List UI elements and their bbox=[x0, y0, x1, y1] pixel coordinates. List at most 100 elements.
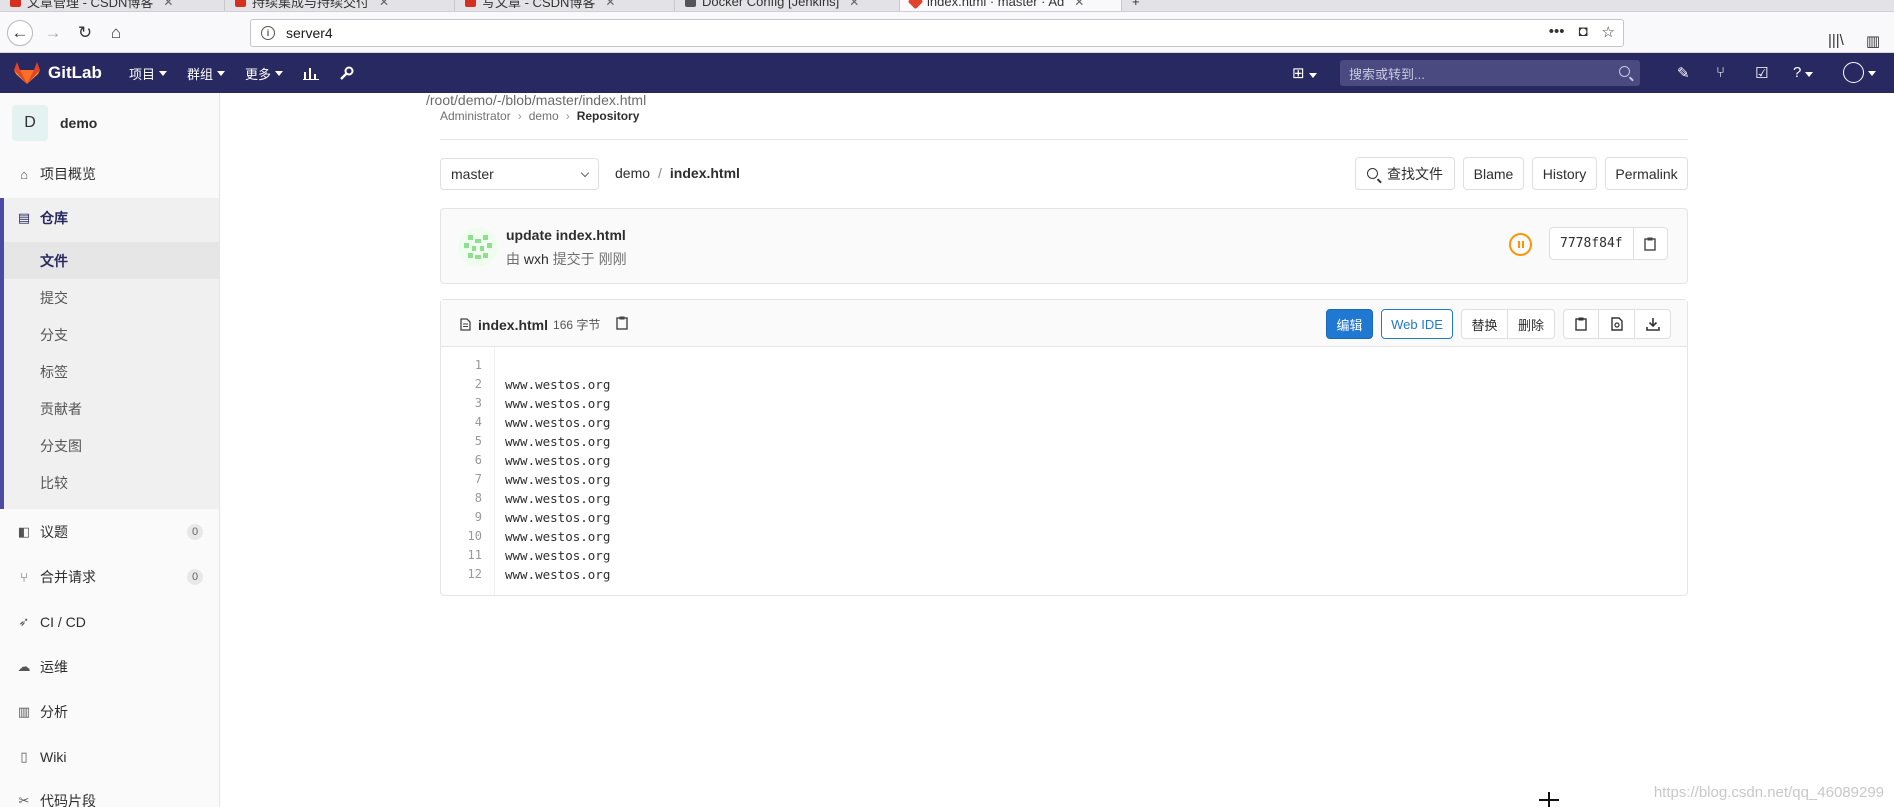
sidebar-toggle-icon[interactable]: ▥ bbox=[1866, 32, 1880, 50]
file-icon bbox=[460, 318, 471, 331]
gitlab-logo[interactable]: GitLab bbox=[14, 62, 102, 84]
sidebar-item-wiki[interactable]: ▯ Wiki bbox=[0, 739, 219, 775]
copy-contents-button[interactable] bbox=[1563, 309, 1599, 339]
chevron-down-icon bbox=[217, 70, 226, 76]
line-number[interactable]: 1 bbox=[475, 358, 482, 372]
line-number[interactable]: 10 bbox=[468, 529, 482, 543]
close-icon[interactable]: ✕ bbox=[605, 0, 615, 9]
todo-edit-icon[interactable]: ✎ bbox=[1677, 64, 1690, 82]
history-button[interactable]: History bbox=[1532, 157, 1597, 190]
sidebar-sub-graph[interactable]: 分支图 bbox=[4, 427, 219, 464]
user-avatar[interactable] bbox=[1843, 62, 1876, 83]
open-raw-button[interactable] bbox=[1599, 309, 1635, 339]
line-number[interactable]: 7 bbox=[475, 472, 482, 486]
sidebar-sub-commits[interactable]: 提交 bbox=[4, 279, 219, 316]
breadcrumb-project[interactable]: demo bbox=[529, 109, 559, 123]
reload-button[interactable]: ↻ bbox=[72, 20, 98, 46]
line-number[interactable]: 8 bbox=[475, 491, 482, 505]
sidebar-item-issues[interactable]: ◧ 议题 0 bbox=[0, 514, 219, 550]
line-number[interactable]: 6 bbox=[475, 453, 482, 467]
copy-sha-button[interactable] bbox=[1633, 227, 1668, 260]
sidebar-sub-tags[interactable]: 标签 bbox=[4, 353, 219, 390]
menu-more[interactable]: 更多 bbox=[245, 64, 284, 83]
menu-projects[interactable]: 项目 bbox=[129, 64, 168, 83]
sidebar-sub-compare[interactable]: 比较 bbox=[4, 464, 219, 501]
admin-wrench-icon[interactable] bbox=[339, 66, 354, 81]
sidebar-item-analytics[interactable]: ▥ 分析 bbox=[0, 694, 219, 730]
cloud-gauge-icon: ☁ bbox=[17, 659, 31, 674]
line-number[interactable]: 5 bbox=[475, 434, 482, 448]
commit-title[interactable]: update index.html bbox=[506, 227, 626, 243]
close-icon[interactable]: ✕ bbox=[849, 0, 859, 9]
browser-tab[interactable]: 写文章 - CSDN博客 ✕ bbox=[455, 0, 675, 11]
find-file-button[interactable]: 查找文件 bbox=[1355, 157, 1455, 190]
merge-request-icon[interactable]: ⑂ bbox=[1716, 64, 1725, 81]
breadcrumb-admin[interactable]: Administrator bbox=[440, 109, 511, 123]
sidebar-item-snippets[interactable]: ✂ 代码片段 bbox=[0, 783, 219, 807]
todos-check-icon[interactable]: ☑ bbox=[1755, 64, 1768, 82]
project-header[interactable]: D demo bbox=[12, 105, 97, 141]
sidebar-item-repository[interactable]: ▤ 仓库 bbox=[0, 200, 219, 236]
code-line: www.westos.org bbox=[505, 491, 611, 506]
line-number[interactable]: 11 bbox=[468, 548, 482, 562]
close-icon[interactable]: ✕ bbox=[163, 0, 173, 9]
browser-tab[interactable]: Docker Config [Jenkins] ✕ bbox=[675, 0, 900, 11]
browser-tab-active[interactable]: index.html · master · Ad ✕ bbox=[900, 0, 1122, 11]
doc-icon: ▤ bbox=[17, 210, 31, 225]
code-line: www.westos.org bbox=[505, 453, 611, 468]
new-tab-button[interactable]: + bbox=[1122, 0, 1152, 11]
forward-button[interactable]: → bbox=[40, 20, 66, 46]
info-icon[interactable]: i bbox=[261, 26, 275, 40]
sidebar-item-cicd[interactable]: ➶ CI / CD bbox=[0, 604, 219, 640]
browser-tab[interactable]: 持续集成与持续交付 ✕ bbox=[225, 0, 455, 11]
pocket-icon[interactable]: ◘ bbox=[1578, 23, 1587, 41]
download-button[interactable] bbox=[1635, 309, 1671, 339]
sidebar-item-merge-requests[interactable]: ⑂ 合并请求 0 bbox=[0, 559, 219, 595]
rocket-icon: ➶ bbox=[18, 614, 30, 629]
back-button[interactable]: ← bbox=[7, 20, 33, 46]
project-name: demo bbox=[60, 115, 98, 131]
web-ide-button[interactable]: Web IDE bbox=[1381, 309, 1453, 339]
close-icon[interactable]: ✕ bbox=[379, 0, 389, 9]
path-file: index.html bbox=[669, 165, 740, 181]
watermark: https://blog.csdn.net/qq_46089299 bbox=[1653, 784, 1884, 801]
home-button[interactable]: ⌂ bbox=[103, 20, 129, 46]
line-number[interactable]: 12 bbox=[468, 567, 482, 581]
author-avatar[interactable] bbox=[458, 227, 498, 267]
sidebar-sub-branches[interactable]: 分支 bbox=[4, 316, 219, 353]
line-number[interactable]: 3 bbox=[475, 396, 482, 410]
pipeline-paused-icon[interactable] bbox=[1509, 233, 1532, 256]
library-icon[interactable]: |||\ bbox=[1828, 32, 1844, 50]
activity-chart-icon[interactable] bbox=[303, 66, 320, 80]
url-bar[interactable]: i server4/root/demo/-/blob/master/index.… bbox=[250, 19, 1624, 108]
help-icon[interactable]: ? bbox=[1793, 64, 1814, 81]
sidebar-sub-contributors[interactable]: 贡献者 bbox=[4, 390, 219, 427]
search-input[interactable]: 搜索或转到... bbox=[1340, 60, 1640, 86]
edit-button[interactable]: 编辑 bbox=[1326, 309, 1373, 339]
path-root-link[interactable]: demo bbox=[615, 165, 650, 181]
browser-tab[interactable]: 文章管理 - CSDN博客 ✕ bbox=[0, 0, 225, 11]
close-icon[interactable]: ✕ bbox=[1074, 0, 1084, 9]
permalink-button[interactable]: Permalink bbox=[1605, 157, 1688, 190]
line-number[interactable]: 2 bbox=[475, 377, 482, 391]
sidebar-item-overview[interactable]: ⌂ 项目概览 bbox=[0, 156, 219, 192]
chart-icon: ▥ bbox=[17, 704, 31, 719]
delete-button[interactable]: 删除 bbox=[1508, 309, 1555, 339]
sidebar-item-operations[interactable]: ☁ 运维 bbox=[0, 649, 219, 685]
line-number[interactable]: 4 bbox=[475, 415, 482, 429]
sidebar-sub-files[interactable]: 文件 bbox=[4, 242, 219, 279]
branch-select[interactable]: master bbox=[440, 158, 599, 190]
blame-button[interactable]: Blame bbox=[1463, 157, 1524, 190]
search-icon bbox=[1367, 168, 1378, 179]
more-actions-icon[interactable]: ••• bbox=[1549, 23, 1565, 41]
menu-groups[interactable]: 群组 bbox=[187, 64, 226, 83]
copy-path-icon[interactable] bbox=[616, 316, 629, 333]
commit-sha[interactable]: 7778f84f bbox=[1549, 227, 1634, 260]
chevron-down-icon bbox=[580, 168, 590, 178]
line-number[interactable]: 9 bbox=[475, 510, 482, 524]
breadcrumb-current[interactable]: Repository bbox=[577, 109, 640, 123]
bookmark-star-icon[interactable]: ☆ bbox=[1602, 23, 1615, 41]
replace-button[interactable]: 替换 bbox=[1461, 309, 1508, 339]
new-item-icon[interactable]: ⊞ bbox=[1292, 64, 1317, 82]
commit-author[interactable]: wxh bbox=[524, 251, 549, 267]
